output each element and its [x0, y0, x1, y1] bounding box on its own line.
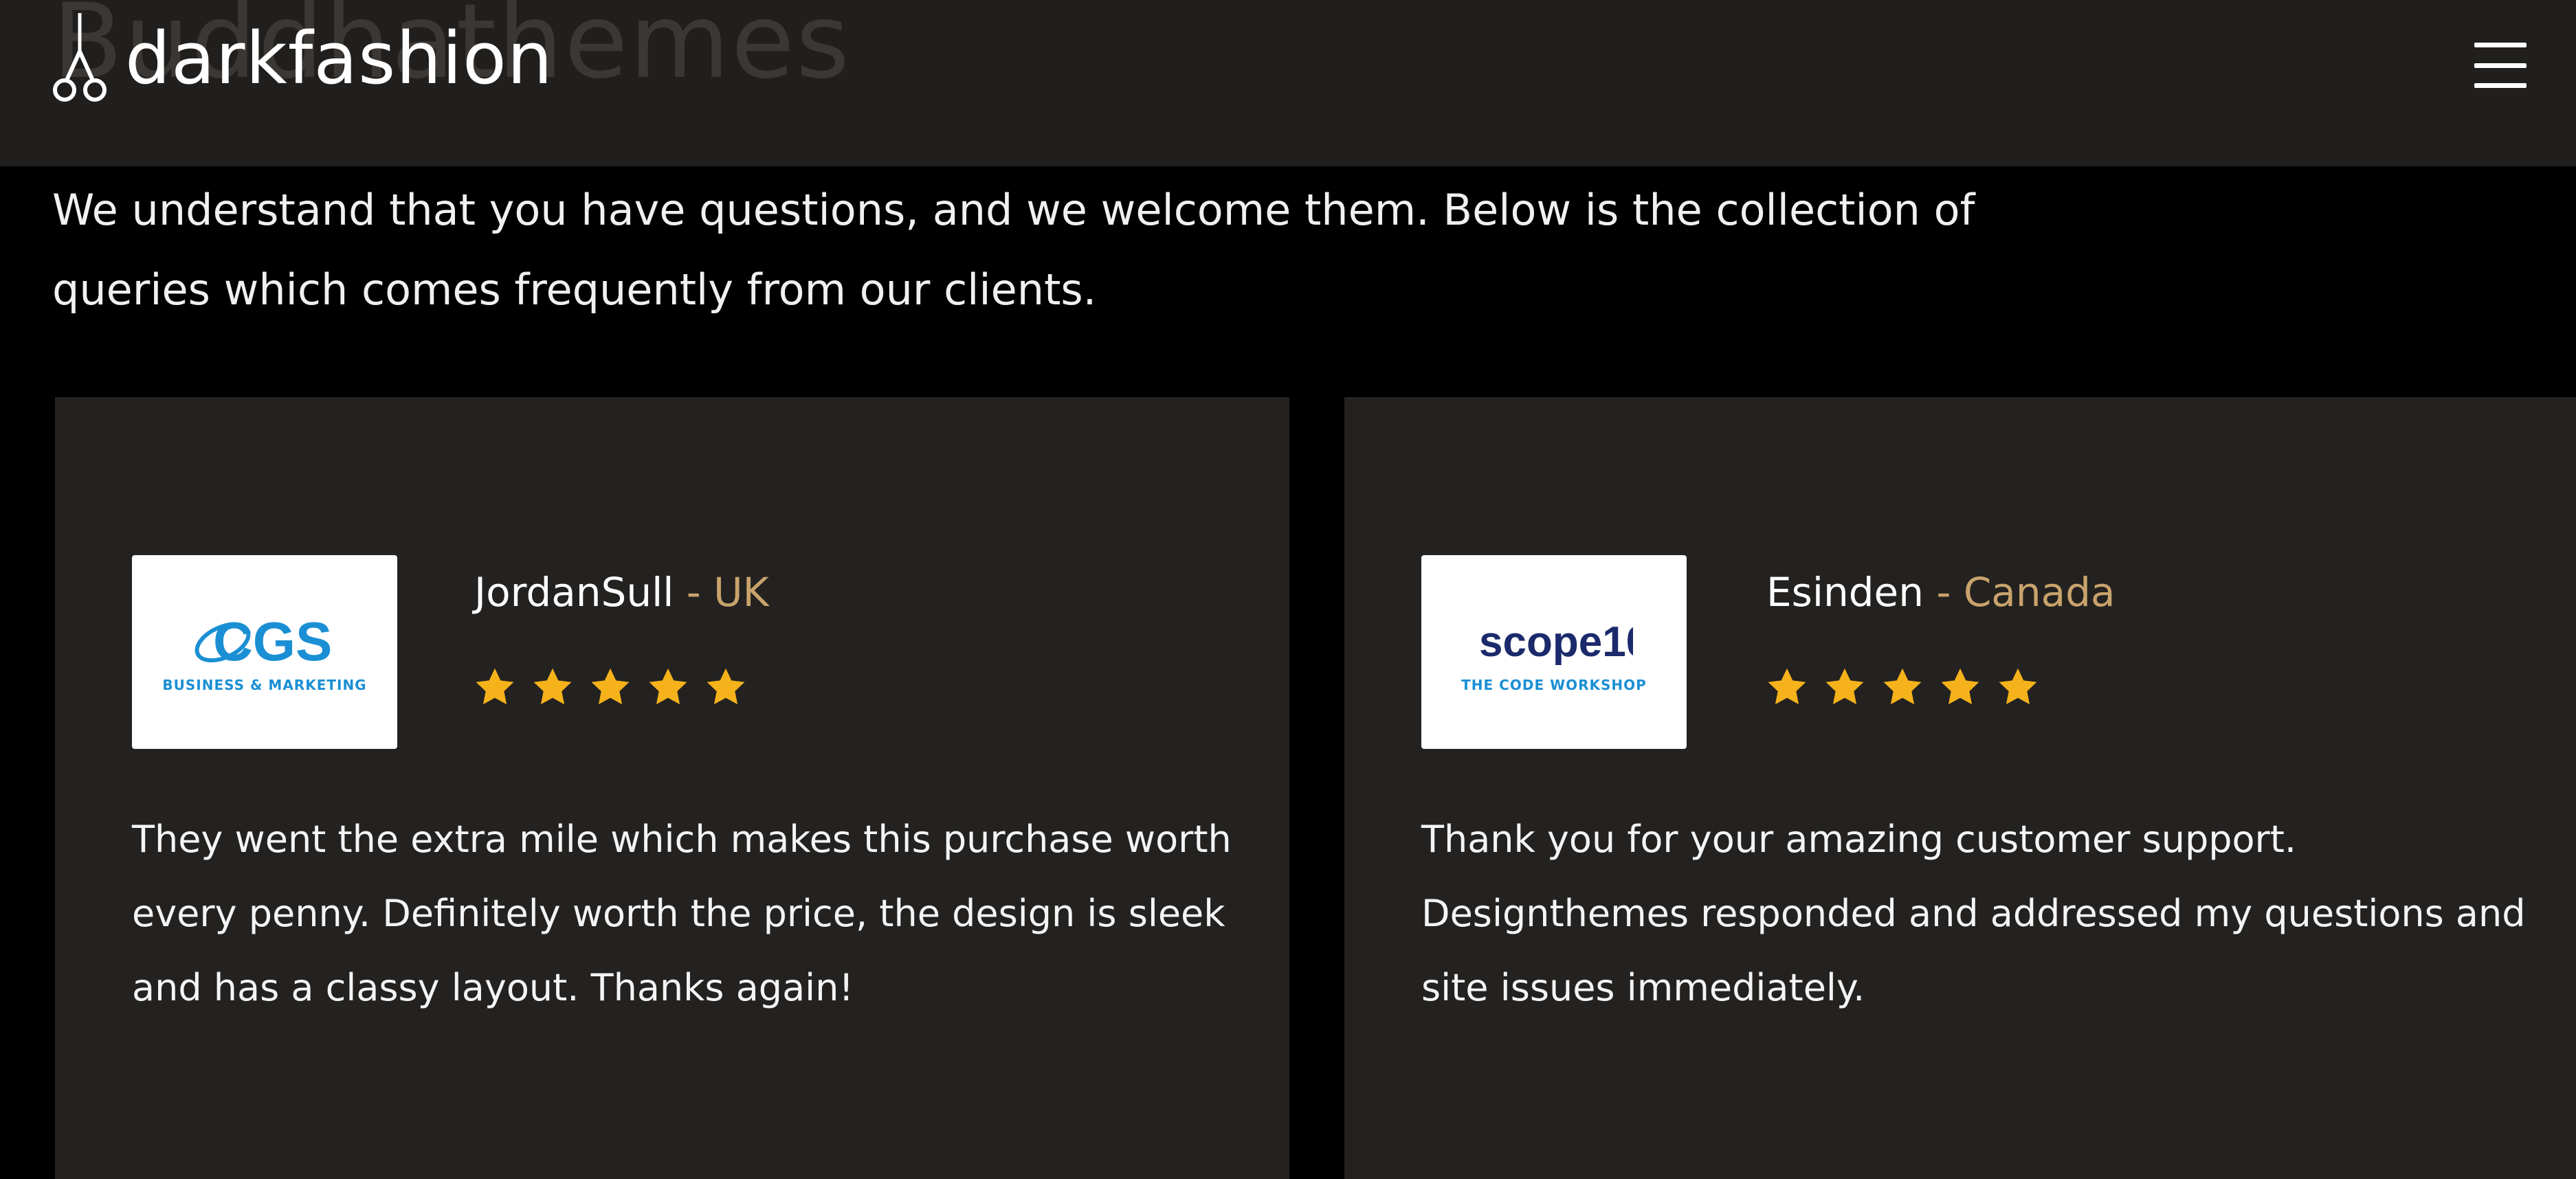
client-logo: CGS BUSINESS & MARKETING — [132, 555, 397, 749]
client-logo-subtext: BUSINESS & MARKETING — [162, 677, 367, 693]
reviewer-name: Esinden — [1766, 569, 1924, 616]
testimonial-card: scope10X THE CODE WORKSHOP Esinden - Can… — [1344, 397, 2576, 1179]
site-header: Buddhathemes darkfashion — [0, 0, 2576, 166]
svg-text:scope10X: scope10X — [1479, 618, 1633, 666]
star-icon — [649, 668, 687, 705]
brand-name: darkfashion — [125, 16, 553, 100]
testimonial-quote: They went the extra mile which makes thi… — [132, 818, 1232, 1009]
star-icon — [591, 668, 630, 705]
svg-text:CGS: CGS — [213, 611, 332, 672]
reviewer-country: UK — [713, 569, 769, 616]
scissors-icon — [53, 13, 107, 102]
star-icon — [1883, 668, 1922, 705]
star-icon — [707, 668, 745, 705]
star-icon — [533, 668, 572, 705]
brand-logo[interactable]: darkfashion — [52, 7, 553, 110]
star-icon — [1768, 668, 1806, 705]
star-rating — [473, 665, 748, 709]
reviewer: Esinden - Canada — [1766, 569, 2116, 616]
star-icon — [1999, 668, 2037, 705]
reviewer-separator: - — [686, 569, 701, 616]
page: Buddhathemes darkfashion We understand t… — [0, 0, 2576, 1179]
client-logo: scope10X THE CODE WORKSHOP — [1421, 555, 1687, 749]
star-rating — [1765, 665, 2040, 709]
star-icon — [1941, 668, 1979, 705]
reviewer: JordanSull - UK — [474, 569, 769, 616]
star-icon — [476, 668, 514, 705]
reviewer-separator: - — [1936, 569, 1951, 616]
testimonial-quote: Thank you for your amazing customer supp… — [1421, 818, 2526, 1009]
hamburger-menu-icon[interactable] — [2474, 43, 2527, 88]
client-logo-subtext: THE CODE WORKSHOP — [1461, 677, 1647, 693]
star-icon — [1825, 668, 1864, 705]
reviewer-name: JordanSull — [474, 569, 674, 616]
intro-text: We understand that you have questions, a… — [52, 185, 1975, 315]
client-logo-mark: scope10X — [1479, 618, 1633, 666]
reviewer-country: Canada — [1963, 569, 2116, 616]
client-logo-mark: CGS — [195, 611, 332, 672]
testimonial-card: CGS BUSINESS & MARKETING JordanSull - UK… — [55, 397, 1289, 1179]
